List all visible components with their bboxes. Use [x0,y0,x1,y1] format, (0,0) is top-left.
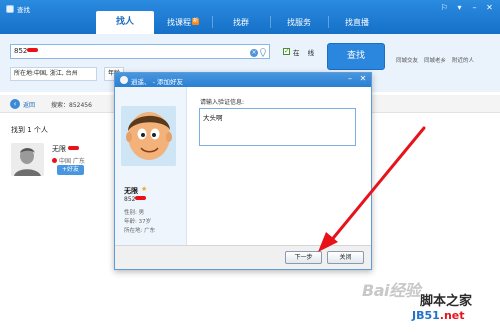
search-value: 852 [14,47,28,55]
back-button[interactable]: 返回 [23,100,35,109]
close-icon[interactable]: ✕ [483,2,496,13]
location-filter[interactable]: 所在地:中国, 浙江, 台州 [10,67,97,81]
result-count: 找到 1 个人 [11,126,48,134]
minimize-icon[interactable]: – [468,2,481,13]
tab-label: 找直播 [345,18,369,27]
window-controls: ⚐ ▾ – ✕ [438,2,496,13]
next-step-button[interactable]: 下一步 [285,251,322,264]
minimize-icon[interactable]: – [345,74,355,83]
tab-find-groups[interactable]: 找群 [212,11,270,34]
cartoon-face-icon [121,106,176,166]
add-friend-button[interactable]: +好友 [57,165,84,175]
search-button[interactable]: 查找 [327,43,385,70]
quick-links: 同城交友 同城老乡 附近的人 [396,56,474,64]
info-location: 所在地: 广东 [124,228,156,234]
back-arrow-icon[interactable]: ‹ [10,99,20,109]
tab-find-people[interactable]: 找人 [96,11,154,34]
dialog-id-text: 852 [124,196,136,203]
watermark-site: JB51.net [412,309,465,322]
dialog-info: 性别: 男 年龄: 37岁 所在地: 广东 [124,209,155,236]
info-gender: 性别: 男 [124,210,145,216]
dialog-close-button[interactable]: 关闭 [327,251,364,264]
result-name-text: 无限 [52,145,66,153]
result-location: 中国 广东 [59,158,85,165]
app-title: 查找 [6,4,30,14]
tab-find-services[interactable]: 找服务 [270,11,328,34]
watermark-baidu: Bai经验 [362,281,420,300]
window-title: 查找 [17,6,30,14]
verify-message-input[interactable]: 大头啊 [199,108,356,146]
online-label: 在 线 [293,49,318,57]
result-avatar[interactable] [11,143,44,176]
tab-find-live[interactable]: 找直播 [328,11,386,34]
qq-logo-icon [120,76,128,84]
search-summary: 搜索：852456 [51,102,92,109]
verify-prompt: 请输入验证信息: [200,99,245,106]
new-badge: 新 [191,18,199,25]
tab-label: 找群 [233,18,249,27]
title-bar: 查找 ⚐ ▾ – ✕ 找人 找课程新 找群 找服务 找直播 [0,0,500,34]
menu-icon[interactable]: ▾ [453,2,466,13]
dialog-name: 无限 [124,187,138,195]
clear-icon[interactable]: × [250,49,258,57]
watermark-site-suffix: .net [439,309,465,322]
redaction-mark [135,196,147,200]
online-checkbox[interactable]: ✓ [283,48,290,55]
main-tabs: 找人 找课程新 找群 找服务 找直播 [96,11,386,34]
dialog-title: 逍遥、 - 添加好友 [131,78,183,86]
info-age: 年龄: 37岁 [124,219,152,225]
tab-find-courses[interactable]: 找课程新 [154,11,212,34]
gender-icon [52,158,57,163]
link-same-city[interactable]: 同城交友 [396,56,418,64]
watermark-jiaoben: 脚本之家 [420,294,473,309]
person-photo-icon [11,143,44,176]
tab-label: 找课程 [166,18,191,27]
result-name[interactable]: 无限 [52,144,80,154]
dialog-avatar [121,106,176,166]
star-icon: ★ [141,185,148,193]
location-pin-icon[interactable] [260,48,266,57]
link-nearby[interactable]: 附近的人 [452,56,474,64]
tab-label: 找服务 [287,18,311,27]
result-meta: 中国 广东 [52,156,85,165]
feedback-icon[interactable]: ⚐ [438,2,451,13]
watermark-site-name: JB51 [412,309,440,322]
profile-panel: 无限 ★ 852 性别: 男 年龄: 37岁 所在地: 广东 [115,87,187,255]
close-icon[interactable]: ✕ [358,74,368,83]
dialog-id: 852 [124,196,147,203]
search-app-icon [6,5,14,13]
link-hometown[interactable]: 同城老乡 [424,56,446,64]
search-input[interactable]: 852 [10,44,270,59]
redaction-mark [68,146,80,150]
add-friend-dialog: 逍遥、 - 添加好友 – ✕ 无限 ★ 852 性别: 男 年龄: 37岁 所在… [114,72,372,270]
dialog-title-bar: 逍遥、 - 添加好友 – ✕ [115,73,371,87]
tab-label: 找人 [115,17,134,27]
redaction-mark [27,48,39,52]
